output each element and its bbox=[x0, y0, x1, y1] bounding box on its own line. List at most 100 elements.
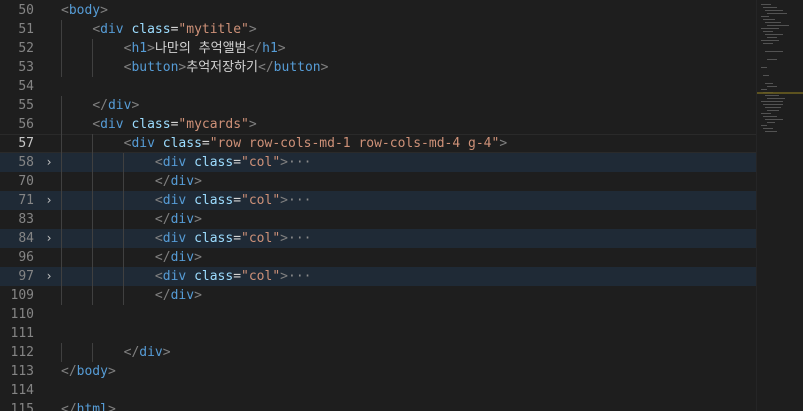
code-token: = bbox=[233, 269, 242, 284]
line-number: 96 bbox=[18, 250, 34, 265]
code-token: div bbox=[162, 269, 187, 284]
code-token: "row row-cols-md-1 row-cols-md-4 g-4" bbox=[209, 136, 500, 151]
line-number: 58 bbox=[18, 155, 34, 170]
minimap-line bbox=[765, 10, 783, 11]
editor-lines: 50 <body> 51 <div class="mytitle"> 52 <h1>나… bbox=[0, 1, 756, 411]
line-code: <div class="col">··· bbox=[61, 191, 312, 210]
line-number: 71 bbox=[18, 193, 34, 208]
line-code: </div> bbox=[61, 286, 202, 305]
code-line[interactable]: 114 bbox=[0, 381, 756, 400]
line-code: <body> bbox=[61, 1, 108, 20]
code-line[interactable]: 71 › <div class="col">··· bbox=[0, 191, 756, 210]
line-number: 109 bbox=[10, 288, 34, 303]
minimap-line bbox=[765, 22, 781, 23]
code-token: > bbox=[248, 117, 257, 132]
line-code: </div> bbox=[61, 96, 139, 115]
code-line[interactable]: 112 </div> bbox=[0, 343, 756, 362]
minimap-line bbox=[765, 119, 783, 120]
minimap-line bbox=[763, 19, 775, 20]
chevron-right-icon[interactable]: › bbox=[42, 267, 56, 286]
code-line[interactable]: 52 <h1>나만의 추억앨범</h1> bbox=[0, 39, 756, 58]
code-token: class bbox=[194, 193, 234, 208]
code-token: "col" bbox=[241, 269, 281, 284]
code-token: button bbox=[131, 60, 179, 75]
code-line[interactable]: 55 </div> bbox=[0, 96, 756, 115]
code-line[interactable]: 70 </div> bbox=[0, 172, 756, 191]
code-token: </ bbox=[92, 98, 108, 113]
code-token: 나만의 추억앨범 bbox=[154, 41, 247, 56]
code-line[interactable]: 109 </div> bbox=[0, 286, 756, 305]
code-line[interactable]: 115 </html> bbox=[0, 400, 756, 411]
code-editor[interactable]: 50 <body> 51 <div class="mytitle"> 52 <h1>나… bbox=[0, 0, 803, 411]
code-line[interactable]: 50 <body> bbox=[0, 1, 756, 20]
code-token: div bbox=[107, 98, 132, 113]
line-number: 83 bbox=[18, 212, 34, 227]
chevron-right-icon[interactable]: › bbox=[42, 191, 56, 210]
minimap-line bbox=[767, 13, 787, 14]
line-code: <div class="row row-cols-md-1 row-cols-m… bbox=[61, 134, 508, 153]
code-token: > bbox=[162, 345, 171, 360]
code-line[interactable]: 84 › <div class="col">··· bbox=[0, 229, 756, 248]
minimap-line bbox=[765, 51, 783, 52]
code-token: > bbox=[499, 136, 508, 151]
line-code: <button>추억저장하기</button> bbox=[61, 58, 329, 77]
code-token: </ bbox=[154, 250, 171, 265]
code-line[interactable]: 110 bbox=[0, 305, 756, 324]
minimap-highlight bbox=[757, 92, 803, 94]
code-line[interactable]: 56 <div class="mycards"> bbox=[0, 115, 756, 134]
code-line[interactable]: 113 </body> bbox=[0, 362, 756, 381]
code-token: </ bbox=[61, 402, 77, 411]
minimap-line bbox=[763, 31, 773, 32]
code-line[interactable]: 57 <div class="row row-cols-md-1 row-col… bbox=[0, 134, 756, 153]
code-token: ··· bbox=[288, 155, 312, 170]
line-code: <div class="mytitle"> bbox=[61, 20, 256, 39]
code-token: class bbox=[162, 136, 202, 151]
minimap-line bbox=[765, 107, 781, 108]
code-token: ··· bbox=[288, 193, 312, 208]
code-token: < bbox=[92, 22, 101, 37]
code-line[interactable]: 53 <button>추억저장하기</button> bbox=[0, 58, 756, 77]
code-token: "col" bbox=[241, 155, 281, 170]
code-token: "mycards" bbox=[178, 117, 249, 132]
code-token: = bbox=[233, 193, 242, 208]
line-code: </html> bbox=[61, 400, 116, 411]
line-number: 50 bbox=[18, 3, 34, 18]
line-number: 55 bbox=[18, 98, 34, 113]
line-number: 110 bbox=[10, 307, 34, 322]
code-token: h1 bbox=[131, 41, 148, 56]
code-token: < bbox=[92, 117, 101, 132]
code-line[interactable]: 96 </div> bbox=[0, 248, 756, 267]
line-number: 54 bbox=[18, 79, 34, 94]
code-token: class bbox=[194, 155, 234, 170]
chevron-right-icon[interactable]: › bbox=[42, 153, 56, 172]
line-code: <h1>나만의 추억앨범</h1> bbox=[61, 39, 286, 58]
line-number: 52 bbox=[18, 41, 34, 56]
code-line[interactable]: 97 › <div class="col">··· bbox=[0, 267, 756, 286]
code-token: div bbox=[162, 155, 187, 170]
code-token: div bbox=[100, 22, 124, 37]
code-line[interactable]: 58 › <div class="col">··· bbox=[0, 153, 756, 172]
code-token: < bbox=[61, 3, 69, 18]
code-token: > bbox=[280, 193, 288, 208]
code-token: </ bbox=[154, 174, 171, 189]
code-token: > bbox=[194, 288, 202, 303]
chevron-right-icon[interactable]: › bbox=[42, 229, 56, 248]
code-token: < bbox=[154, 231, 163, 246]
code-token: div bbox=[170, 288, 195, 303]
code-line[interactable]: 111 bbox=[0, 324, 756, 343]
code-line[interactable]: 83 </div> bbox=[0, 210, 756, 229]
code-line[interactable]: 51 <div class="mytitle"> bbox=[0, 20, 756, 39]
minimap-line bbox=[763, 104, 783, 105]
code-line[interactable]: 54 bbox=[0, 77, 756, 96]
minimap-line bbox=[767, 37, 777, 38]
minimap[interactable] bbox=[756, 0, 803, 411]
minimap-line bbox=[761, 28, 779, 29]
